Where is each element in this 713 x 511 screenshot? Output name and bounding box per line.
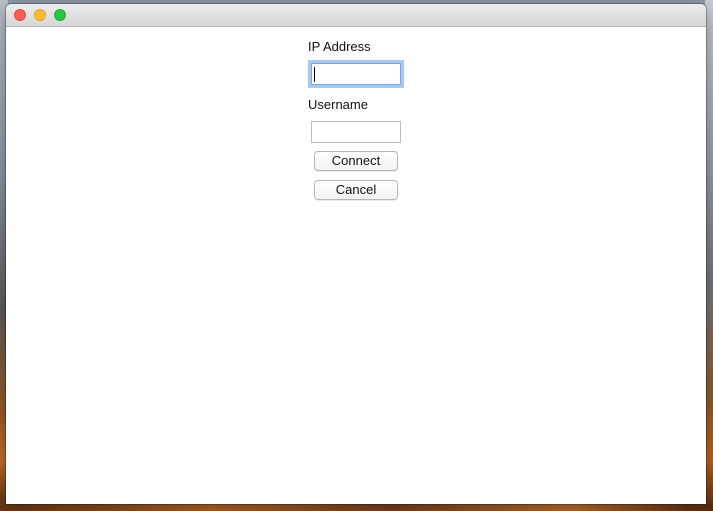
desktop-wallpaper-right bbox=[705, 0, 713, 511]
connect-button[interactable]: Connect bbox=[314, 151, 398, 171]
window-content: IP Address Username Connect Cancel bbox=[6, 27, 706, 504]
close-window-icon[interactable] bbox=[14, 9, 26, 21]
ip-address-label: IP Address bbox=[308, 39, 371, 54]
ip-address-input[interactable] bbox=[311, 63, 401, 85]
username-label: Username bbox=[308, 97, 368, 112]
zoom-window-icon[interactable] bbox=[54, 9, 66, 21]
login-window: IP Address Username Connect Cancel bbox=[6, 4, 706, 504]
text-cursor bbox=[314, 67, 315, 82]
desktop-wallpaper-bottom bbox=[0, 503, 713, 511]
username-input[interactable] bbox=[311, 121, 401, 143]
minimize-window-icon[interactable] bbox=[34, 9, 46, 21]
cancel-button[interactable]: Cancel bbox=[314, 180, 398, 200]
title-bar[interactable] bbox=[6, 4, 706, 27]
